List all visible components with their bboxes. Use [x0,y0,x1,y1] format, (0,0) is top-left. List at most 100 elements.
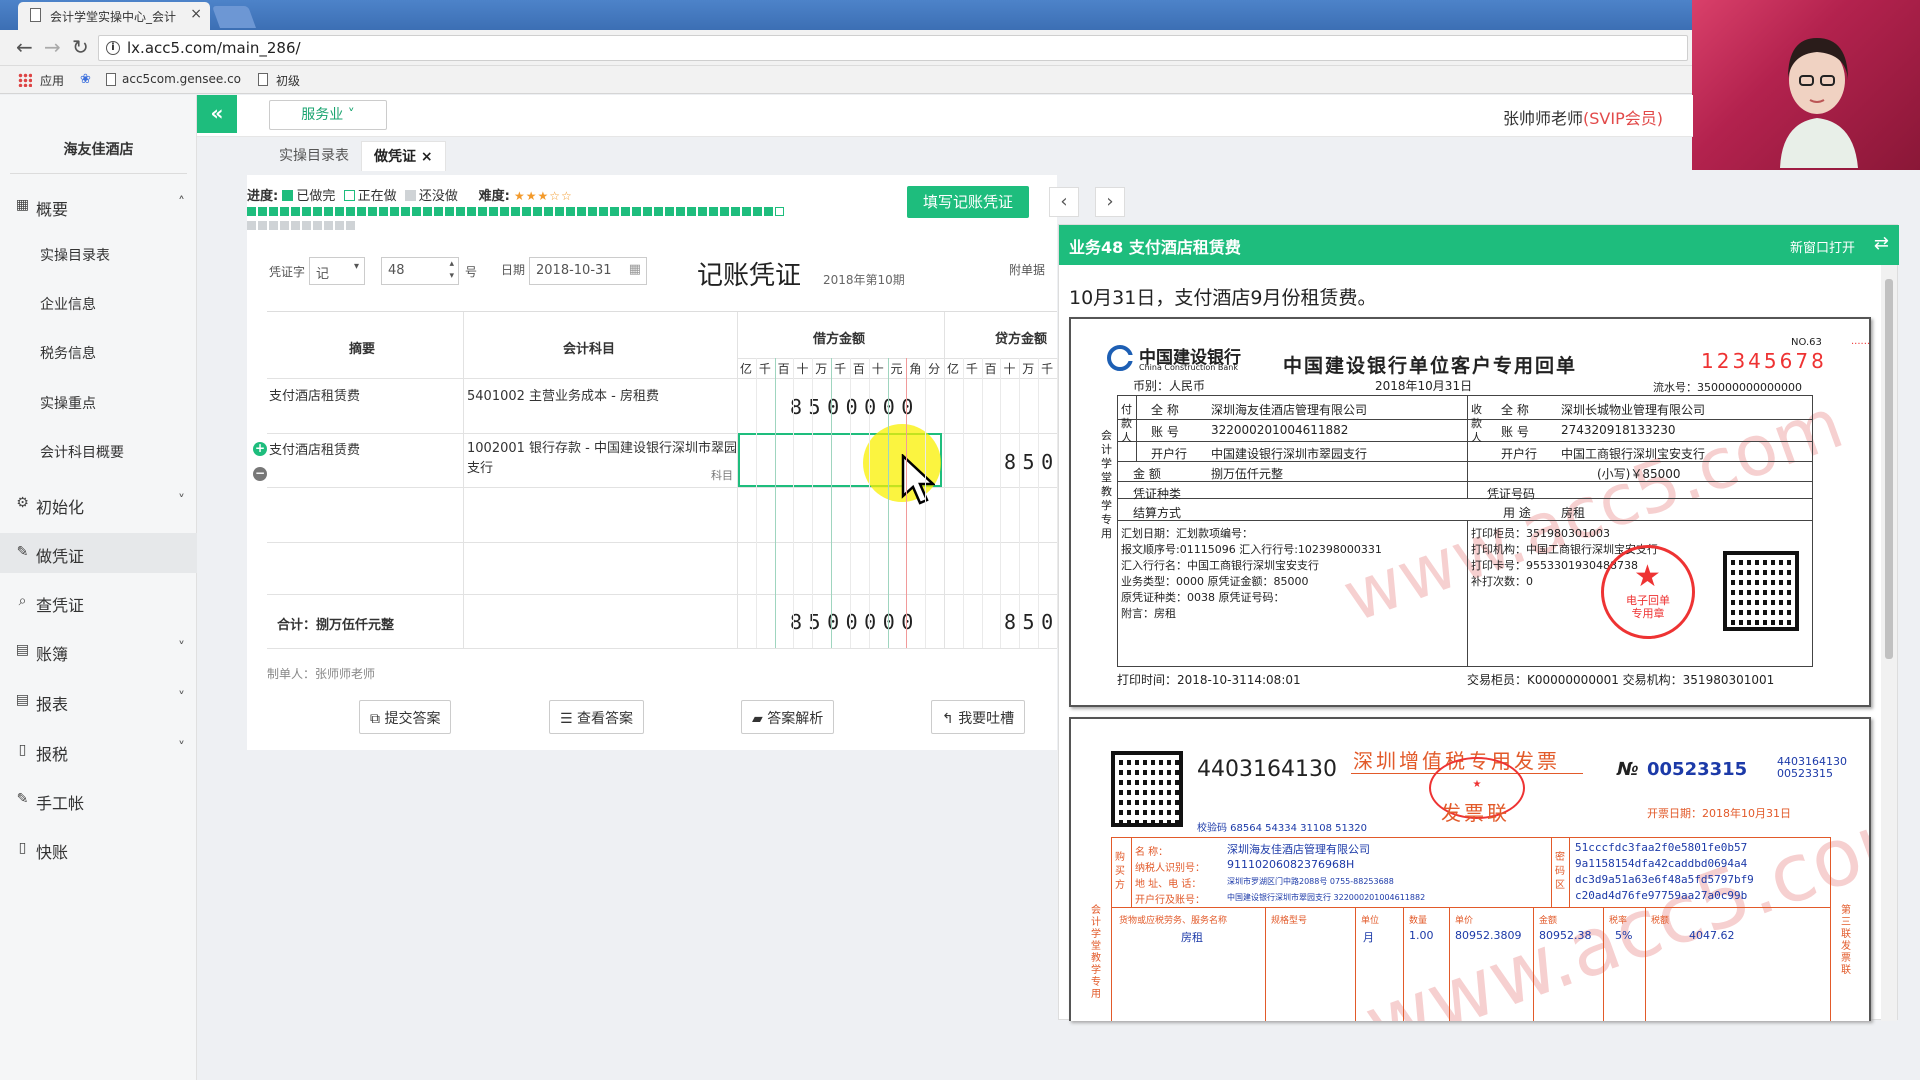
next-button[interactable]: › [1095,187,1125,217]
progress-segment[interactable] [588,207,597,216]
sidebar-item-overview[interactable]: ▦ 概要 ˄ [0,186,197,226]
progress-segment[interactable] [489,207,498,216]
row1-summary[interactable]: 支付酒店租赁费 [269,385,360,404]
progress-segment[interactable] [313,207,322,216]
bookmark-apps[interactable]: 应用 [40,72,64,89]
row2-account[interactable]: 1002001 银行存款 - 中国建设银行深圳市翠园支行 [467,439,737,479]
progress-segment[interactable] [764,207,773,216]
progress-segment[interactable] [742,207,751,216]
progress-segment[interactable] [324,207,333,216]
submenu-accounts[interactable]: 会计科目概要 [40,442,124,462]
progress-segment[interactable] [346,207,355,216]
progress-segment[interactable] [698,207,707,216]
info-icon[interactable]: i [106,41,120,55]
row2-summary[interactable]: 支付酒店租赁费 [269,439,360,458]
submenu-tax-info[interactable]: 税务信息 [40,343,96,363]
progress-segment[interactable] [269,207,278,216]
submenu-key-points[interactable]: 实操重点 [40,393,96,413]
submenu-company-info[interactable]: 企业信息 [40,294,96,314]
sidebar-item-manual[interactable]: ✎ 手工帐 [0,780,197,820]
progress-segment[interactable] [544,207,553,216]
progress-segment[interactable] [775,207,784,216]
tab-close-icon[interactable]: × [190,6,202,22]
progress-segment[interactable] [324,221,333,230]
scrollbar[interactable] [1881,265,1897,1021]
reload-icon[interactable]: ↻ [72,37,89,57]
bookmark-gensee[interactable]: acc5com.gensee.co [122,72,241,86]
stepper-icon[interactable]: ▴ ▾ [449,258,454,282]
progress-segment[interactable] [280,207,289,216]
progress-segment[interactable] [577,207,586,216]
row1-debit[interactable]: 8500000 [790,395,920,419]
progress-segment[interactable] [522,207,531,216]
progress-segment[interactable] [258,221,267,230]
new-tab-button[interactable] [211,6,257,28]
progress-segment[interactable] [533,207,542,216]
progress-segment[interactable] [258,207,267,216]
progress-segment[interactable] [291,207,300,216]
calendar-icon[interactable]: ▦ [629,262,641,277]
progress-segment[interactable] [434,207,443,216]
swap-icon[interactable]: ⇄ [1874,233,1889,254]
sidebar-item-init[interactable]: ⚙ 初始化 ˅ [0,484,197,524]
progress-segment[interactable] [610,207,619,216]
row2-credit[interactable]: 850 [1004,450,1060,474]
scrollbar-thumb[interactable] [1885,279,1893,659]
progress-segment[interactable] [478,207,487,216]
progress-segment[interactable] [665,207,674,216]
progress-segment[interactable] [357,207,366,216]
progress-segment[interactable] [412,207,421,216]
apps-icon[interactable] [18,73,32,87]
progress-segment[interactable] [247,207,256,216]
progress-segment[interactable] [269,221,278,230]
progress-segment[interactable] [643,207,652,216]
submit-answer-button[interactable]: ⧉ 提交答案 [359,700,452,734]
industry-dropdown[interactable]: 服务业 ˅ [269,100,387,130]
progress-segment[interactable] [654,207,663,216]
progress-segment[interactable] [709,207,718,216]
baidu-paw-icon[interactable]: ❀ [80,72,91,87]
date-input[interactable]: 2018-10-31 ▦ [529,257,647,285]
submenu-catalog[interactable]: 实操目录表 [40,245,110,265]
progress-segment[interactable] [335,207,344,216]
forward-icon[interactable]: → [44,37,61,57]
progress-segment[interactable] [467,207,476,216]
progress-segment[interactable] [511,207,520,216]
progress-segment[interactable] [302,221,311,230]
sidebar-item-ledger[interactable]: ▤ 账簿 ˅ [0,631,197,671]
progress-segment[interactable] [390,207,399,216]
progress-segment[interactable] [313,221,322,230]
user-info[interactable]: 张帅师老师(SVIP会员) [1503,105,1663,129]
progress-segment[interactable] [445,207,454,216]
progress-segment[interactable] [500,207,509,216]
progress-segment[interactable] [676,207,685,216]
progress-segment[interactable] [731,207,740,216]
progress-segment[interactable] [280,221,289,230]
progress-segment[interactable] [753,207,762,216]
progress-segment[interactable] [247,221,256,230]
voucher-word-select[interactable]: 记 ▾ [309,257,365,285]
complain-button[interactable]: ↰ 我要吐槽 [931,700,1026,734]
progress-segment[interactable] [456,207,465,216]
bookmark-chuji[interactable]: 初级 [276,72,300,89]
progress-segment[interactable] [302,207,311,216]
sidebar-item-tax[interactable]: ▯ 报税 ˅ [0,731,197,771]
sidebar-item-make-voucher[interactable]: ✎ 做凭证 [0,533,197,573]
tab-catalog[interactable]: 实操目录表 [279,145,349,165]
progress-segment[interactable] [687,207,696,216]
voucher-number-input[interactable]: 48 ▴ ▾ [381,257,459,285]
progress-segment[interactable] [401,207,410,216]
progress-segment[interactable] [368,207,377,216]
progress-segment[interactable] [291,221,300,230]
fill-voucher-button[interactable]: 填写记账凭证 [907,186,1029,218]
url-input[interactable]: i lx.acc5.com/main_286/ [98,35,1688,61]
view-answer-button[interactable]: ☰ 查看答案 [549,700,645,734]
browser-tab[interactable]: 会计学堂实操中心_会计 × [18,2,210,30]
back-icon[interactable]: ← [16,37,33,57]
answer-analysis-button[interactable]: ▰ 答案解析 [741,700,835,734]
add-row-icon[interactable]: + [253,442,267,456]
open-new-window-link[interactable]: 新窗口打开 [1790,237,1855,256]
progress-segment[interactable] [632,207,641,216]
row1-account[interactable]: 5401002 主营业务成本 - 房租费 [467,385,659,404]
progress-segment[interactable] [423,207,432,216]
